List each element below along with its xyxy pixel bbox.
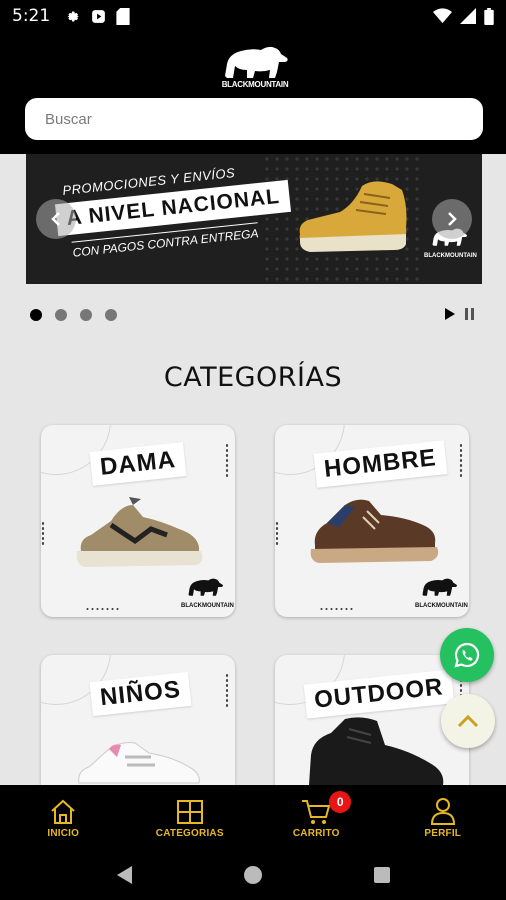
brand-logo[interactable]: BLACKMOUNTAIN [217, 42, 293, 94]
banner-brand-text: BLACKMOUNTAIN [424, 253, 477, 259]
card-dot-pattern [459, 443, 463, 479]
nav-item-carrito[interactable]: 0 CARRITO [253, 785, 380, 850]
card-brand-text: BLACKMOUNTAIN [415, 603, 468, 609]
nav-label: CARRITO [292, 827, 340, 839]
promo-banner[interactable]: PROMOCIONES Y ENVÍOS A NIVEL NACIONAL CO… [26, 154, 482, 284]
card-brand-text: BLACKMOUNTAIN [181, 603, 234, 609]
nav-item-categorias[interactable]: CATEGORIAS [127, 785, 254, 850]
category-image-kids-sneaker [78, 742, 200, 784]
cart-icon [302, 799, 331, 824]
cart-count-badge: 0 [329, 790, 352, 813]
scroll-to-top-button[interactable] [441, 694, 495, 748]
card-dot-pattern [225, 673, 229, 709]
battery-icon [484, 7, 494, 25]
bear-logo-icon [422, 578, 457, 596]
bottom-navigation: INICIO CATEGORIAS 0 CARRITO PERFIL [0, 785, 506, 850]
sd-card-icon [116, 7, 130, 25]
person-icon [430, 797, 455, 825]
wifi-icon [433, 8, 452, 24]
home-circle-icon[interactable] [243, 865, 263, 885]
app-header: BLACKMOUNTAIN [0, 32, 506, 154]
nav-item-inicio[interactable]: INICIO [0, 785, 127, 850]
home-icon [51, 799, 75, 824]
card-dot-pattern [319, 607, 353, 611]
banner-boot-image [299, 181, 407, 252]
category-label: DAMA [89, 442, 187, 486]
whatsapp-button[interactable] [440, 628, 494, 682]
card-dot-pattern [41, 521, 45, 547]
carousel-indicators [30, 309, 117, 321]
chevron-up-icon [457, 714, 479, 728]
grid-icon [176, 799, 203, 824]
carousel-next-button[interactable] [432, 199, 472, 239]
whatsapp-icon [454, 642, 480, 668]
bear-logo-icon [188, 578, 223, 596]
nav-label: PERFIL [424, 827, 462, 839]
bear-logo-icon [225, 46, 288, 78]
chevron-right-icon [448, 212, 457, 226]
search-bar[interactable] [25, 98, 483, 140]
category-card-ninos[interactable]: NIÑOS [41, 655, 235, 785]
play-store-icon [92, 9, 106, 23]
category-image-leather-shoe [310, 499, 439, 563]
category-image-boot [309, 717, 444, 785]
nav-label: INICIO [47, 827, 80, 839]
chevron-left-icon [51, 212, 60, 226]
card-brand-logo: BLACKMOUNTAIN [181, 576, 234, 609]
categories-title: CATEGORÍAS [163, 362, 343, 393]
card-dot-pattern [85, 607, 119, 611]
nav-item-perfil[interactable]: PERFIL [380, 785, 506, 850]
carousel-dot-1[interactable] [30, 309, 42, 321]
search-input[interactable] [45, 110, 463, 128]
carousel-dot-4[interactable] [105, 309, 117, 321]
card-dot-pattern [275, 521, 279, 547]
category-card-hombre[interactable]: HOMBRE BLACKMOUNTAIN [275, 425, 469, 617]
brand-logo-text: BLACKMOUNTAIN [221, 80, 289, 89]
carousel-playback-controls [444, 307, 476, 321]
card-brand-logo: BLACKMOUNTAIN [415, 576, 468, 609]
category-card-dama[interactable]: DAMA BLACKMOUNTAIN [41, 425, 235, 617]
card-dot-pattern [225, 443, 229, 479]
play-icon[interactable] [444, 307, 456, 321]
carousel-prev-button[interactable] [36, 199, 76, 239]
category-image-sneaker [76, 497, 203, 567]
carousel-dot-3[interactable] [80, 309, 92, 321]
signal-icon [460, 8, 476, 24]
status-time: 5:21 [12, 6, 51, 26]
system-navigation-bar [0, 850, 506, 900]
back-icon[interactable] [115, 865, 133, 885]
gear-icon [67, 11, 80, 21]
nav-label: CATEGORIAS [155, 827, 224, 839]
status-bar: 5:21 [0, 0, 506, 32]
category-card-outdoor[interactable]: OUTDOOR [275, 655, 469, 785]
category-label: NIÑOS [89, 671, 192, 717]
app-screen: 5:21 BLACKMOUNTAIN PROMOCIONES Y ENVÍOS … [0, 0, 506, 900]
carousel-dot-2[interactable] [55, 309, 67, 321]
pause-icon[interactable] [464, 307, 476, 321]
recents-icon[interactable] [373, 866, 391, 884]
